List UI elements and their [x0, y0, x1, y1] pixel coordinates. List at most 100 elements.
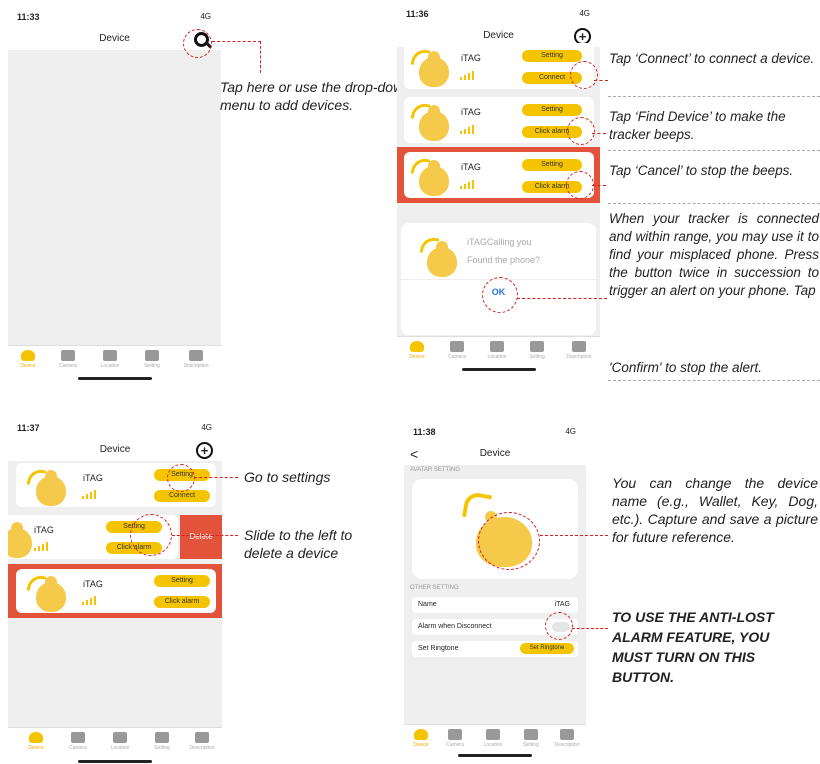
tab-bar: Device Camera Location Setting Descripti… [8, 345, 221, 384]
tab-location[interactable]: Location [476, 729, 510, 748]
avatar-highlight-circle [478, 512, 540, 570]
avatar-section-label: AVATAR SETTING [410, 467, 460, 473]
note-go-settings: Go to settings [244, 469, 331, 485]
setting-highlight-circle [167, 464, 195, 492]
annotation-line [594, 80, 608, 81]
tab-location[interactable]: Location [90, 350, 130, 369]
signal-bars-icon [460, 179, 476, 189]
setting-button[interactable]: Setting [522, 50, 582, 62]
device-card[interactable]: iTAG Setting Click alarm [404, 97, 594, 143]
setting-button[interactable]: Setting [522, 104, 582, 116]
row-label: Alarm when Disconnect [418, 623, 492, 630]
separator [608, 380, 820, 381]
phone-screen-device-settings: 11:38 4G < Device AVATAR SETTING OTHER S… [404, 421, 586, 759]
device-card[interactable]: iTAG Setting Click alarm [16, 569, 216, 613]
note-find-device: Tap ‘Find Device’ to make the tracker be… [609, 109, 786, 142]
annotation-line [260, 41, 261, 73]
separator [608, 203, 820, 204]
search-highlight-circle [183, 29, 212, 58]
tab-camera[interactable]: Camera [438, 729, 472, 748]
tab-setting[interactable]: Setting [142, 732, 182, 751]
tab-device[interactable]: Device [397, 341, 437, 360]
status-bar: 11:38 4G [404, 421, 586, 443]
add-icon[interactable]: + [196, 442, 213, 459]
dialog-line1: iTAGCalling you [467, 237, 532, 247]
note-find-phone: When your tracker is connected and withi… [609, 211, 819, 298]
book-icon [195, 732, 209, 743]
nav-bar: < Device [404, 443, 586, 465]
gear-icon [155, 732, 169, 743]
tracker-icon [419, 160, 449, 196]
signal-bars-icon [34, 541, 50, 551]
tab-description[interactable]: Description [176, 350, 216, 369]
home-indicator [458, 754, 532, 757]
tab-device[interactable]: Device [16, 732, 56, 751]
camera-icon [61, 350, 75, 361]
annotation-line [592, 185, 606, 186]
tracker-icon [8, 522, 32, 558]
alarm-highlight-circle [567, 117, 595, 145]
status-signal: 4G [201, 423, 212, 432]
book-icon [572, 341, 586, 352]
signal-bars-icon [460, 124, 476, 134]
gear-icon [530, 341, 544, 352]
setting-button[interactable]: Setting [154, 575, 210, 587]
annotation-line [172, 535, 238, 536]
separator [608, 96, 820, 97]
book-icon [189, 350, 203, 361]
toggle-highlight-circle [545, 612, 573, 640]
tab-camera[interactable]: Camera [58, 732, 98, 751]
row-label: Name [418, 601, 437, 608]
annotation-line [540, 535, 608, 536]
tab-bar: Device Camera Location Setting Descripti… [397, 336, 600, 375]
status-bar: 11:37 4G [8, 417, 222, 439]
tab-device[interactable]: Device [404, 729, 438, 748]
gear-icon [524, 729, 538, 740]
status-time: 11:38 [413, 427, 436, 437]
click-alarm-button[interactable]: Click alarm [154, 596, 210, 608]
name-value[interactable]: iTAG [555, 601, 570, 608]
name-row[interactable]: Name iTAG [412, 597, 578, 613]
tracker-icon [427, 241, 457, 277]
device-name: iTAG [461, 107, 481, 117]
tab-description[interactable]: Description [550, 729, 584, 748]
nav-title: Device [483, 30, 514, 41]
tab-camera[interactable]: Camera [437, 341, 477, 360]
signal-bars-icon [460, 70, 476, 80]
status-bar: 11:33 4G [8, 6, 221, 28]
delete-button[interactable]: Delete [180, 515, 222, 559]
back-icon[interactable]: < [410, 443, 418, 465]
tab-description[interactable]: Description [559, 341, 599, 360]
tab-location[interactable]: Location [100, 732, 140, 751]
device-icon [21, 350, 35, 361]
ok-highlight-circle [482, 277, 518, 313]
status-time: 11:36 [406, 9, 429, 19]
tab-setting[interactable]: Setting [517, 341, 557, 360]
home-indicator [78, 760, 152, 763]
tab-description[interactable]: Description [182, 732, 222, 751]
tab-camera[interactable]: Camera [48, 350, 88, 369]
gear-icon [145, 350, 159, 361]
signal-bars-icon [82, 489, 98, 499]
tab-location[interactable]: Location [477, 341, 517, 360]
note-connect: Tap ‘Connect’ to connect a device. [609, 51, 815, 66]
device-name: iTAG [83, 473, 103, 483]
note-cancel: Tap ‘Cancel’ to stop the beeps. [609, 163, 794, 178]
camera-icon [448, 729, 462, 740]
tab-setting[interactable]: Setting [132, 350, 172, 369]
row-label: Set Ringtone [418, 645, 459, 652]
nav-title: Device [479, 448, 511, 459]
device-card[interactable]: iTAG Setting Click alarm [404, 152, 594, 198]
annotation-line [194, 477, 238, 478]
device-name: iTAG [461, 162, 481, 172]
tab-setting[interactable]: Setting [514, 729, 548, 748]
tab-device[interactable]: Device [8, 350, 48, 369]
setting-button[interactable]: Setting [522, 159, 582, 171]
other-section-label: OTHER SETTING [410, 585, 459, 591]
device-card[interactable]: iTAG Setting Connect [404, 43, 594, 89]
camera-icon [71, 732, 85, 743]
set-ringtone-button[interactable]: Set Ringtone [520, 643, 574, 654]
map-icon [103, 350, 117, 361]
status-signal: 4G [565, 427, 576, 436]
camera-icon [450, 341, 464, 352]
